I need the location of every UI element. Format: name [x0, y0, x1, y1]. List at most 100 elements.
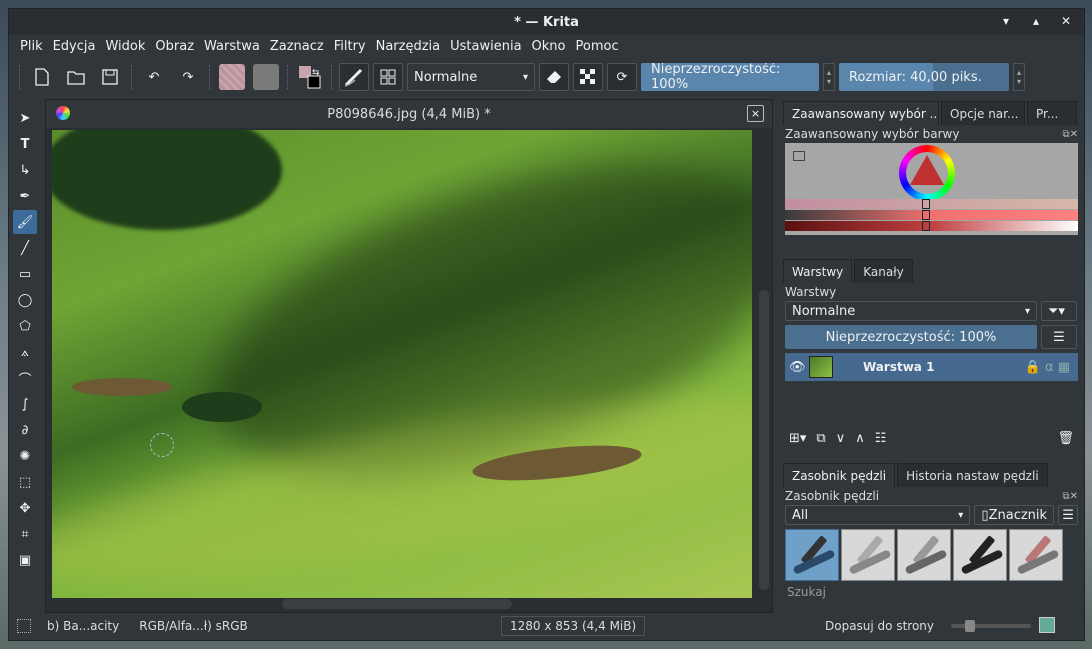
- zoom-mode-label[interactable]: Dopasuj do strony: [825, 619, 934, 633]
- bezier-tool-icon[interactable]: ⌒: [13, 366, 37, 390]
- menu-filtry[interactable]: Filtry: [329, 39, 371, 54]
- brush-search-input[interactable]: Szukaj: [781, 585, 1082, 599]
- visibility-eye-icon[interactable]: 👁: [789, 360, 806, 375]
- polyline-tool-icon[interactable]: ⟑: [13, 340, 37, 364]
- color-marker[interactable]: [922, 210, 930, 220]
- brush-preset-pencil[interactable]: [841, 529, 895, 581]
- save-icon[interactable]: [95, 63, 125, 91]
- color-selector[interactable]: [785, 143, 1078, 235]
- brush-preset-ink[interactable]: [785, 529, 839, 581]
- menu-okno[interactable]: Okno: [527, 39, 571, 54]
- move-tool-icon[interactable]: ✥: [13, 496, 37, 520]
- brush-view-icon[interactable]: ☰: [1058, 505, 1078, 525]
- canvas-only-icon[interactable]: [1039, 617, 1055, 633]
- color-settings-icon[interactable]: [793, 151, 805, 161]
- menu-narzedzia[interactable]: Narzędzia: [371, 39, 446, 54]
- menu-widok[interactable]: Widok: [100, 39, 150, 54]
- gradient-selector[interactable]: [217, 63, 247, 91]
- menu-warstwa[interactable]: Warstwa: [199, 39, 265, 54]
- menu-zaznacz[interactable]: Zaznacz: [265, 39, 329, 54]
- transform-tool-icon[interactable]: ⬚: [13, 470, 37, 494]
- undo-icon[interactable]: ↶: [139, 63, 169, 91]
- brush-preset-icon[interactable]: [339, 63, 369, 91]
- tab-brush-history[interactable]: Historia nastaw pędzli: [897, 463, 1048, 487]
- new-document-icon[interactable]: [27, 63, 57, 91]
- freehand-path-icon[interactable]: ∫: [13, 392, 37, 416]
- redo-icon[interactable]: ↷: [173, 63, 203, 91]
- zoom-slider[interactable]: [951, 620, 1031, 632]
- minimize-icon[interactable]: ▾: [998, 13, 1014, 29]
- color-marker[interactable]: [922, 199, 930, 209]
- layer-properties-icon[interactable]: ☰: [1041, 325, 1077, 349]
- menu-edycja[interactable]: Edycja: [48, 39, 101, 54]
- layer-lock-alpha-icons[interactable]: 🔒 α ▦: [1025, 360, 1070, 375]
- tab-tool-options[interactable]: Opcje nar...: [941, 101, 1025, 125]
- tab-presets[interactable]: Pr...: [1027, 101, 1077, 125]
- alpha-lock-icon[interactable]: [573, 63, 603, 91]
- layers-blend-select[interactable]: Normalne ▾: [785, 301, 1037, 321]
- delete-layer-icon[interactable]: 🗑: [1057, 431, 1074, 446]
- eraser-icon[interactable]: [539, 63, 569, 91]
- color-marker[interactable]: [922, 221, 930, 231]
- opacity-slider[interactable]: Nieprzezroczystość: 100%: [641, 63, 819, 91]
- brush-tag-button[interactable]: ▯ Znacznik: [974, 505, 1055, 525]
- fg-bg-color-icon[interactable]: ⇆: [295, 63, 325, 91]
- panel-float-close-icon[interactable]: ⧉✕: [1062, 129, 1078, 140]
- brush-filter-select[interactable]: All ▾: [785, 505, 971, 525]
- open-folder-icon[interactable]: [61, 63, 91, 91]
- line-tool-icon[interactable]: ╱: [13, 236, 37, 260]
- layer-settings-icon[interactable]: ☷: [875, 431, 887, 446]
- brush-settings-icon[interactable]: [373, 63, 403, 91]
- pattern-selector[interactable]: [251, 63, 281, 91]
- color-bar-hue[interactable]: [785, 199, 1078, 209]
- size-spinner[interactable]: ▴ ▾: [1013, 63, 1025, 91]
- brush-preset-marker[interactable]: [953, 529, 1007, 581]
- image-canvas[interactable]: [52, 130, 752, 598]
- size-slider[interactable]: Rozmiar: 40,00 piks.: [839, 63, 1009, 91]
- close-document-icon[interactable]: ×: [747, 105, 764, 122]
- tab-layers[interactable]: Warstwy: [783, 259, 853, 283]
- add-layer-icon[interactable]: ⊞▾: [789, 431, 806, 446]
- freehand-brush-icon[interactable]: 🖌: [13, 210, 37, 234]
- duplicate-layer-icon[interactable]: ⧉: [816, 431, 825, 446]
- crop-tool-icon[interactable]: ⌗: [13, 522, 37, 546]
- tab-channels[interactable]: Kanały: [854, 259, 913, 283]
- vertical-scrollbar[interactable]: [758, 130, 770, 610]
- document-tab[interactable]: P8098646.jpg (4,4 MiB) * ×: [46, 100, 772, 128]
- panel-float-close-icon[interactable]: ⧉✕: [1062, 491, 1078, 502]
- horizontal-scrollbar[interactable]: [52, 598, 760, 610]
- move-layer-down-icon[interactable]: ∨: [836, 431, 846, 446]
- multibrush-icon[interactable]: ✺: [13, 444, 37, 468]
- tab-advanced-color[interactable]: Zaawansowany wybór ...: [783, 101, 939, 125]
- selection-icon[interactable]: [17, 619, 31, 633]
- move-layer-up-icon[interactable]: ∧: [855, 431, 865, 446]
- edit-shapes-icon[interactable]: ↳: [13, 158, 37, 182]
- menu-pomoc[interactable]: Pomoc: [571, 39, 624, 54]
- brush-preset-brush[interactable]: [1009, 529, 1063, 581]
- tab-brush-presets[interactable]: Zasobnik pędzli: [783, 463, 896, 487]
- polygon-tool-icon[interactable]: ⬠: [13, 314, 37, 338]
- menu-plik[interactable]: Plik: [15, 39, 48, 54]
- dynamic-brush-icon[interactable]: ∂: [13, 418, 37, 442]
- close-icon[interactable]: ✕: [1058, 13, 1074, 29]
- opacity-spinner[interactable]: ▴ ▾: [823, 63, 835, 91]
- toolbar-handle[interactable]: [19, 65, 21, 89]
- text-tool-icon[interactable]: T: [13, 132, 37, 156]
- ellipse-tool-icon[interactable]: ◯: [13, 288, 37, 312]
- color-wheel[interactable]: [899, 145, 955, 201]
- rectangle-tool-icon[interactable]: ▭: [13, 262, 37, 286]
- color-bar-value[interactable]: [785, 221, 1078, 231]
- layers-opacity-slider[interactable]: Nieprzezroczystość: 100%: [785, 325, 1037, 349]
- reload-preset-icon[interactable]: ⟳: [607, 63, 637, 91]
- layer-row[interactable]: 👁 Warstwa 1 🔒 α ▦: [785, 353, 1078, 381]
- menu-obraz[interactable]: Obraz: [150, 39, 199, 54]
- blend-mode-select[interactable]: Normalne ▾: [407, 63, 535, 91]
- brush-preset-pencil-2[interactable]: [897, 529, 951, 581]
- layers-filter-icon[interactable]: ⏷▾: [1041, 301, 1077, 321]
- gradient-tool-icon[interactable]: ▣: [13, 548, 37, 572]
- menu-ustawienia[interactable]: Ustawienia: [445, 39, 526, 54]
- calligraphy-icon[interactable]: ✒: [13, 184, 37, 208]
- select-shapes-icon[interactable]: ➤: [13, 106, 37, 130]
- color-bar-saturation[interactable]: [785, 210, 1078, 220]
- maximize-icon[interactable]: ▴: [1028, 13, 1044, 29]
